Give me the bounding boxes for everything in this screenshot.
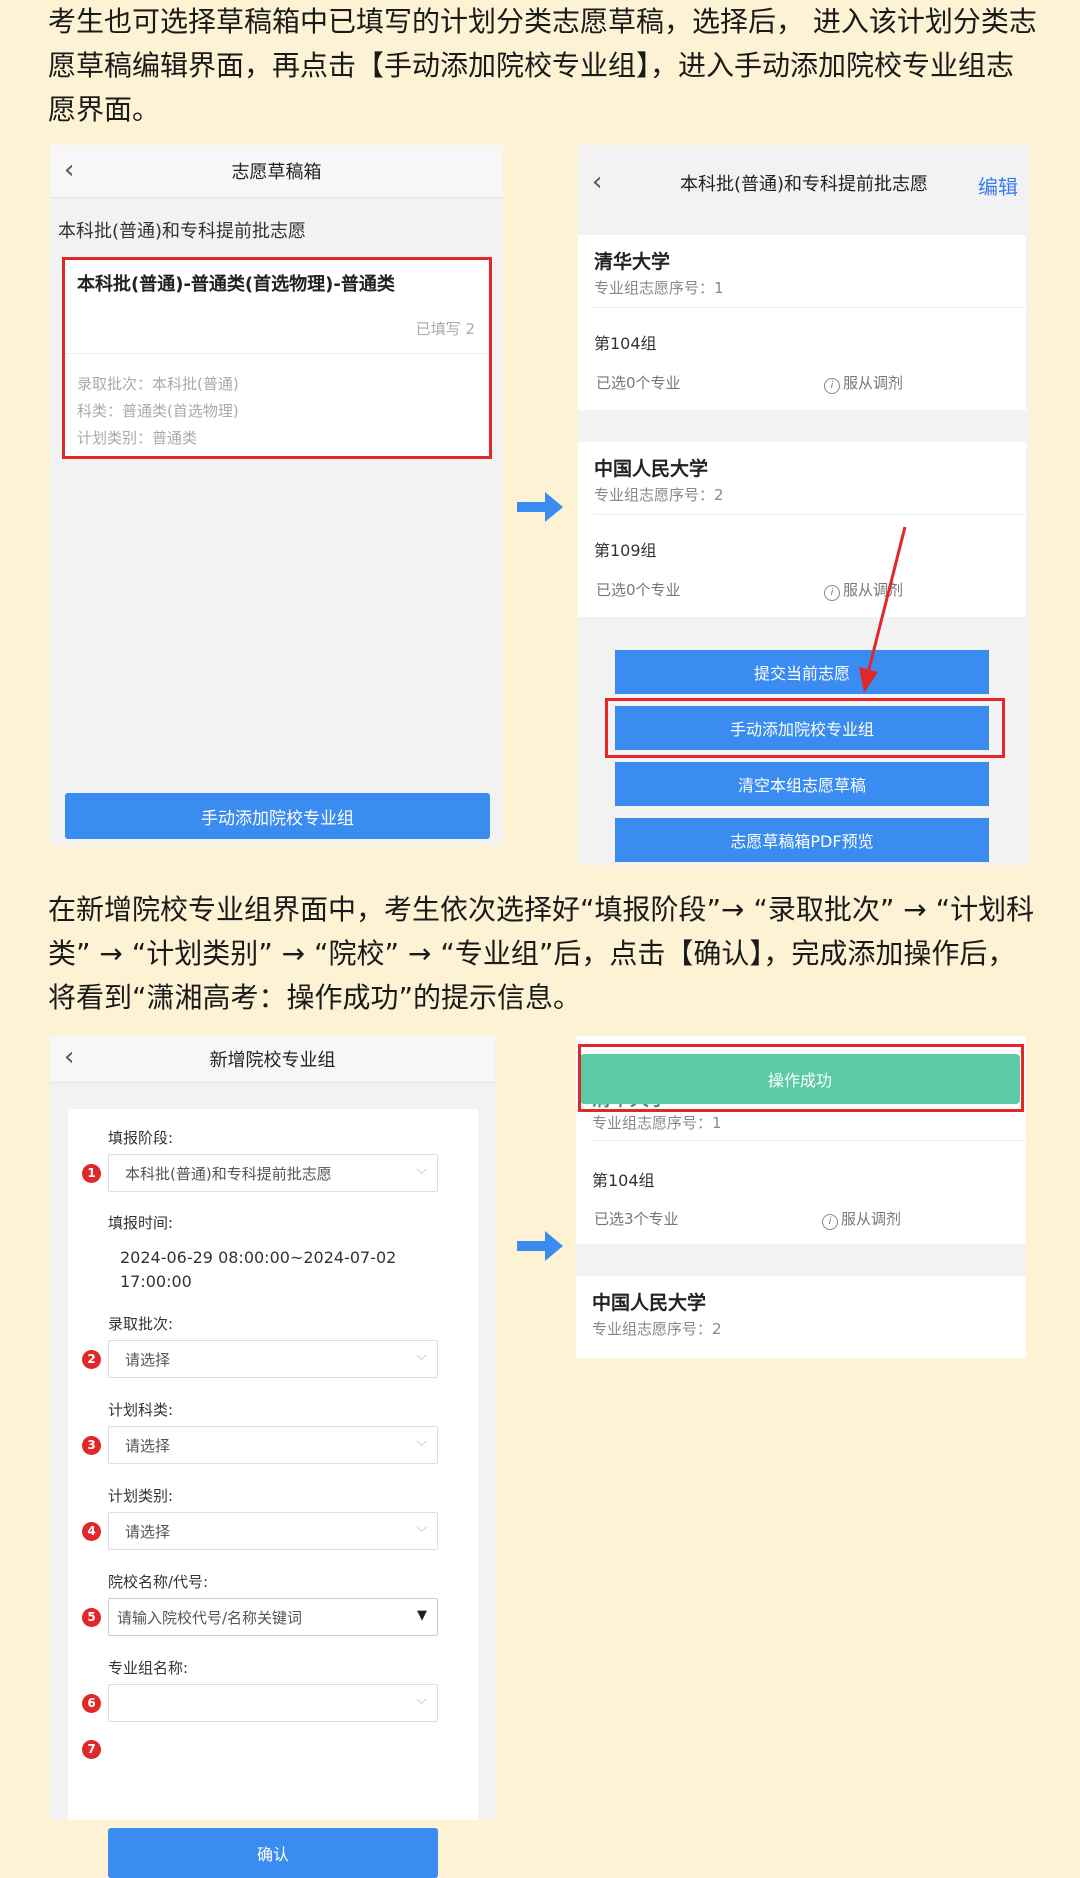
draft-card-title: 本科批(普通)-普通类(首选物理)-普通类 <box>77 274 395 295</box>
school-name: 中国人民大学 <box>594 458 709 480</box>
back-icon[interactable]: ‹ <box>64 157 74 183</box>
stage-select[interactable]: 本科批(普通)和专科提前批志愿 ⌵ <box>108 1154 438 1192</box>
batch-select[interactable]: 请选择 ⌵ <box>108 1340 438 1378</box>
group-name: 第109组 <box>594 541 657 560</box>
form-card: 填报阶段: 1 本科批(普通)和专科提前批志愿 ⌵ 填报时间: 2024-06-2… <box>68 1109 478 1878</box>
page-title: 志愿草稿箱 <box>231 162 322 183</box>
selected-majors: 已选0个专业 <box>596 581 681 599</box>
school-order: 专业组志愿序号：2 <box>592 1320 722 1338</box>
chevron-down-icon: ⌵ <box>416 1162 427 1178</box>
step-badge: 1 <box>82 1164 101 1183</box>
clear-draft-button[interactable]: 清空本组志愿草稿 <box>615 762 989 806</box>
subject-label: 计划科类: <box>108 1401 174 1419</box>
step-badge: 3 <box>82 1436 101 1455</box>
school-card[interactable]: 中国人民大学 专业组志愿序号：2 <box>576 1276 1026 1358</box>
section-title: 本科批(普通)和专科提前批志愿 <box>58 221 307 242</box>
divider <box>65 353 489 354</box>
step-badge: 7 <box>82 1740 101 1759</box>
divider <box>594 307 1026 308</box>
draft-line-category: 计划类别：普通类 <box>77 429 198 447</box>
highlight-frame <box>578 1044 1024 1112</box>
batch-label: 录取批次: <box>108 1315 174 1333</box>
second-paragraph: 在新增院校专业组界面中，考生依次选择好“填报阶段”→ “录取批次” → “计划科… <box>48 893 1035 1014</box>
add-group-screen: ‹ 新增院校专业组 填报阶段: 1 本科批(普通)和专科提前批志愿 ⌵ 填报时间:… <box>50 1036 495 1878</box>
draft-edit-screen: ‹ 本科批(普通)和专科提前批志愿 编辑 清华大学 专业组志愿序号：1 第104… <box>578 145 1030 865</box>
page-title: 新增院校专业组 <box>209 1050 336 1071</box>
step-badge: 2 <box>82 1350 101 1369</box>
stage-label: 填报阶段: <box>108 1129 174 1147</box>
back-icon[interactable]: ‹ <box>592 169 602 195</box>
add-group-navbar: ‹ 新增院校专业组 <box>50 1036 495 1083</box>
chevron-down-icon: ⌵ <box>416 1692 427 1708</box>
college-input[interactable]: 请输入院校代号/名称关键词 ▼ <box>108 1598 438 1636</box>
info-icon: i <box>822 1214 838 1230</box>
chevron-down-icon: ⌵ <box>416 1434 427 1450</box>
page-title: 本科批(普通)和专科提前批志愿 <box>679 174 929 195</box>
school-name: 清华大学 <box>594 251 671 273</box>
school-card[interactable]: 清华大学 专业组志愿序号：1 第104组 已选0个专业 i 服从调剂 <box>578 235 1026 410</box>
draft-filled-count: 已填写 2 <box>415 320 475 338</box>
draft-box-navbar: ‹ 志愿草稿箱 <box>50 145 503 198</box>
submit-button[interactable]: 提交当前志愿 <box>615 650 989 694</box>
group-name: 第104组 <box>594 334 657 353</box>
adjust-option: i 服从调剂 <box>824 372 903 394</box>
intro-paragraph: 考生也可选择草稿箱中已填写的计划分类志愿草稿，选择后， 进入该计划分类志愿草稿编… <box>48 5 1037 126</box>
school-order: 专业组志愿序号：2 <box>594 486 724 504</box>
category-select[interactable]: 请选择 ⌵ <box>108 1512 438 1550</box>
draft-line-subject: 科类：普通类(首选物理) <box>77 402 239 420</box>
add-group-button[interactable]: 手动添加院校专业组 <box>65 793 490 839</box>
step-badge: 6 <box>82 1694 101 1713</box>
right-arrow-icon <box>517 492 563 522</box>
group-name: 第104组 <box>592 1171 655 1190</box>
group-label: 专业组名称: <box>108 1659 189 1677</box>
category-label: 计划类别: <box>108 1487 174 1505</box>
chevron-down-icon: ⌵ <box>416 1348 427 1364</box>
draft-box-screen: ‹ 志愿草稿箱 本科批(普通)和专科提前批志愿 本科批(普通)-普通类(首选物理… <box>50 145 503 845</box>
step-badge: 4 <box>82 1522 101 1541</box>
school-order: 专业组志愿序号：1 <box>592 1114 722 1132</box>
subject-select[interactable]: 请选择 ⌵ <box>108 1426 438 1464</box>
school-card[interactable]: 中国人民大学 专业组志愿序号：2 第109组 已选0个专业 i 服从调剂 <box>578 442 1026 617</box>
college-label: 院校名称/代号: <box>108 1573 209 1591</box>
chevron-down-icon: ⌵ <box>416 1520 427 1536</box>
caret-down-icon: ▼ <box>417 1608 427 1623</box>
draft-card[interactable]: 本科批(普通)-普通类(首选物理)-普通类 已填写 2 录取批次：本科批(普通)… <box>62 257 492 459</box>
selected-majors: 已选3个专业 <box>594 1210 679 1228</box>
back-icon[interactable]: ‹ <box>64 1044 74 1070</box>
info-icon: i <box>824 585 840 601</box>
confirm-button[interactable]: 确认 <box>108 1828 438 1878</box>
adjust-option: i 服从调剂 <box>824 579 903 601</box>
draft-line-batch: 录取批次：本科批(普通) <box>77 375 239 393</box>
highlight-frame <box>605 698 1005 758</box>
school-name: 中国人民大学 <box>592 1292 707 1314</box>
selected-majors: 已选0个专业 <box>596 374 681 392</box>
draft-edit-navbar: ‹ 本科批(普通)和专科提前批志愿 编辑 <box>578 145 1030 221</box>
time-label: 填报时间: <box>108 1214 174 1232</box>
edit-link[interactable]: 编辑 <box>978 171 1018 200</box>
divider <box>592 1140 1026 1141</box>
time-value: 2024-06-29 08:00:00~2024-07-02 17:00:00 <box>120 1248 397 1291</box>
info-icon: i <box>824 378 840 394</box>
step-badge: 5 <box>82 1608 101 1627</box>
school-order: 专业组志愿序号：1 <box>594 279 724 297</box>
adjust-option: i 服从调剂 <box>822 1208 901 1230</box>
pdf-preview-button[interactable]: 志愿草稿箱PDF预览 <box>615 818 989 862</box>
group-select[interactable]: ⌵ <box>108 1684 438 1722</box>
result-screen: 清华大学 专业组志愿序号：1 第104组 已选3个专业 i服从调剂 中国人民大学… <box>576 1036 1026 1358</box>
right-arrow-icon <box>517 1231 563 1261</box>
divider <box>594 514 1026 515</box>
